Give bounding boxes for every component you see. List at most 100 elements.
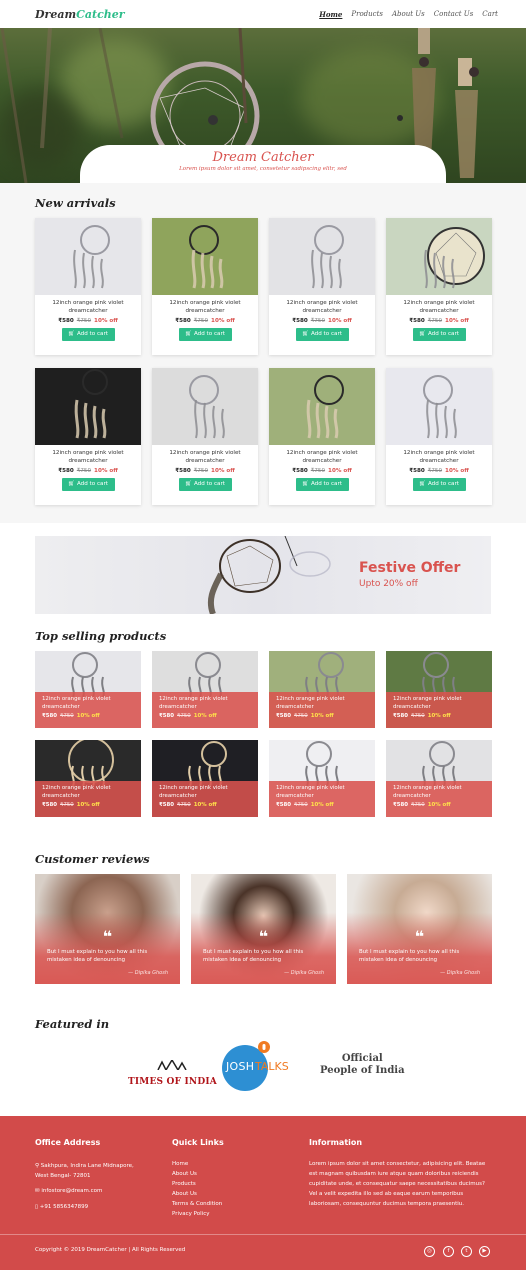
product-name: 12inch orange pink violet dreamcatcher <box>52 450 124 464</box>
toi-name: TIMES OF INDIA <box>128 1077 217 1087</box>
banner-title: Festive Offer <box>359 560 461 576</box>
top-product-name: 12inch orange pink violet dreamcatcher <box>276 785 345 799</box>
top-product-price: ₹580 <box>159 713 175 719</box>
top-product-discount: 10% off <box>76 713 100 719</box>
phone-text: +91 5856347899 <box>39 1204 89 1210</box>
top-product-card[interactable]: 12inch orange pink violet dreamcatcher ₹… <box>152 740 258 817</box>
footer-link-privacy[interactable]: Privacy Policy <box>172 1209 222 1219</box>
add-to-cart-button[interactable]: 🛒︎ Add to cart <box>295 478 349 491</box>
top-product-card[interactable]: 12inch orange pink violet dreamcatcher ₹… <box>35 740 141 817</box>
product-image <box>35 368 141 445</box>
top-product-card[interactable]: 12inch orange pink violet dreamcatcher ₹… <box>386 740 492 817</box>
product-old-price: ₹750 <box>193 468 209 474</box>
product-image <box>152 218 258 295</box>
top-product-card[interactable]: 12inch orange pink violet dreamcatcher ₹… <box>269 740 375 817</box>
cart-icon: 🛒︎ <box>419 331 428 337</box>
add-to-cart-label: Add to cart <box>76 331 108 337</box>
top-product-card[interactable]: 12inch orange pink violet dreamcatcher ₹… <box>35 651 141 728</box>
product-price-row: ₹580 ₹750 10% off <box>386 318 492 324</box>
top-product-old-price: ₹750 <box>60 713 74 719</box>
top-selling-title: Top selling products <box>35 629 167 643</box>
product-card[interactable]: 12inch orange pink violet dreamcatcher ₹… <box>152 368 258 505</box>
add-to-cart-label: Add to cart <box>427 331 459 337</box>
add-to-cart-button[interactable]: 🛒︎ Add to cart <box>61 328 115 341</box>
youtube-icon[interactable]: ▶ <box>479 1246 490 1257</box>
add-to-cart-button[interactable]: 🛒︎ Add to cart <box>412 328 466 341</box>
nav-cart[interactable]: Cart <box>482 10 498 19</box>
add-to-cart-button[interactable]: 🛒︎ Add to cart <box>295 328 349 341</box>
nav-about[interactable]: About Us <box>392 10 425 19</box>
product-image-wrap[interactable] <box>386 368 492 445</box>
product-name: 12inch orange pink violet dreamcatcher <box>403 450 475 464</box>
quote-icon: ❝ <box>102 927 113 946</box>
footer-link-about-2[interactable]: About Us <box>172 1189 222 1199</box>
top-product-price-row: ₹580 ₹750 10% off <box>42 802 134 808</box>
festive-offer-banner[interactable]: Festive Offer Upto 20% off <box>35 536 491 614</box>
footer-link-home[interactable]: Home <box>172 1159 222 1169</box>
top-product-overlay: 12inch orange pink violet dreamcatcher ₹… <box>152 692 258 728</box>
product-old-price: ₹750 <box>310 318 326 324</box>
product-card[interactable]: 12inch orange pink violet dreamcatcher ₹… <box>35 368 141 505</box>
facebook-icon[interactable]: f <box>443 1246 454 1257</box>
top-product-card[interactable]: 12inch orange pink violet dreamcatcher ₹… <box>269 651 375 728</box>
product-discount: 10% off <box>211 318 235 324</box>
product-card[interactable]: 12inch orange pink violet dreamcatcher ₹… <box>269 218 375 355</box>
review-author: — Dipika Ghosh <box>128 970 168 976</box>
product-image-wrap[interactable] <box>35 218 141 295</box>
product-name: 12inch orange pink violet dreamcatcher <box>169 450 241 464</box>
product-card[interactable]: 12inch orange pink violet dreamcatcher ₹… <box>386 368 492 505</box>
product-card[interactable]: 12inch orange pink violet dreamcatcher ₹… <box>386 218 492 355</box>
opi-line1: Official <box>341 1053 383 1064</box>
add-to-cart-button[interactable]: 🛒︎ Add to cart <box>178 328 232 341</box>
nav-contact[interactable]: Contact Us <box>434 10 474 19</box>
product-image-wrap[interactable] <box>386 218 492 295</box>
product-image-wrap[interactable] <box>152 218 258 295</box>
quote-icon: ❝ <box>414 927 425 946</box>
top-product-discount: 10% off <box>193 802 217 808</box>
top-product-discount: 10% off <box>310 802 334 808</box>
top-product-overlay: 12inch orange pink violet dreamcatcher ₹… <box>269 692 375 728</box>
header: DreamCatcher Home Products About Us Cont… <box>0 0 526 28</box>
product-card[interactable]: 12inch orange pink violet dreamcatcher ₹… <box>152 218 258 355</box>
product-image-wrap[interactable] <box>269 368 375 445</box>
product-image-wrap[interactable] <box>35 368 141 445</box>
information-text: Lorem ipsum dolor sit amet consectetur, … <box>309 1161 486 1207</box>
official-people-of-india-logo[interactable]: Official People of India <box>320 1053 405 1077</box>
product-price: ₹580 <box>292 468 308 474</box>
top-product-name: 12inch orange pink violet dreamcatcher <box>159 785 228 799</box>
top-product-name: 12inch orange pink violet dreamcatcher <box>159 696 228 710</box>
top-product-price-row: ₹580 ₹750 10% off <box>42 713 134 719</box>
add-to-cart-label: Add to cart <box>193 331 225 337</box>
footer-link-products[interactable]: Products <box>172 1179 222 1189</box>
top-product-overlay: 12inch orange pink violet dreamcatcher ₹… <box>269 781 375 817</box>
top-product-card[interactable]: 12inch orange pink violet dreamcatcher ₹… <box>386 651 492 728</box>
product-old-price: ₹750 <box>76 318 92 324</box>
product-price: ₹580 <box>175 318 191 324</box>
review-text: But I must explain to you how all this m… <box>203 949 304 963</box>
footer-link-about[interactable]: About Us <box>172 1169 222 1179</box>
logo[interactable]: DreamCatcher <box>35 8 125 21</box>
twitter-icon[interactable]: t <box>461 1246 472 1257</box>
add-to-cart-button[interactable]: 🛒︎ Add to cart <box>178 478 232 491</box>
product-price-row: ₹580 ₹750 10% off <box>152 318 258 324</box>
nav-home[interactable]: Home <box>319 10 342 19</box>
office-phone[interactable]: ▯ +91 5856347899 <box>35 1202 88 1212</box>
office-email[interactable]: ✉ infostore@dream.com <box>35 1186 102 1196</box>
footer-divider <box>0 1234 526 1235</box>
top-product-card[interactable]: 12inch orange pink violet dreamcatcher ₹… <box>152 651 258 728</box>
add-to-cart-label: Add to cart <box>427 481 459 487</box>
times-of-india-logo[interactable]: TIMES OF INDIA <box>128 1055 217 1087</box>
product-price: ₹580 <box>175 468 191 474</box>
instagram-icon[interactable]: ◎ <box>424 1246 435 1257</box>
product-image-wrap[interactable] <box>269 218 375 295</box>
featured-title: Featured in <box>35 1017 110 1031</box>
quick-links-heading: Quick Links <box>172 1138 224 1147</box>
add-to-cart-button[interactable]: 🛒︎ Add to cart <box>61 478 115 491</box>
product-image-wrap[interactable] <box>152 368 258 445</box>
nav-products[interactable]: Products <box>351 10 383 19</box>
add-to-cart-button[interactable]: 🛒︎ Add to cart <box>412 478 466 491</box>
footer-link-terms[interactable]: Terms & Condition <box>172 1199 222 1209</box>
product-card[interactable]: 12inch orange pink violet dreamcatcher ₹… <box>269 368 375 505</box>
product-discount: 10% off <box>445 468 469 474</box>
product-card[interactable]: 12inch orange pink violet dreamcatcher ₹… <box>35 218 141 355</box>
